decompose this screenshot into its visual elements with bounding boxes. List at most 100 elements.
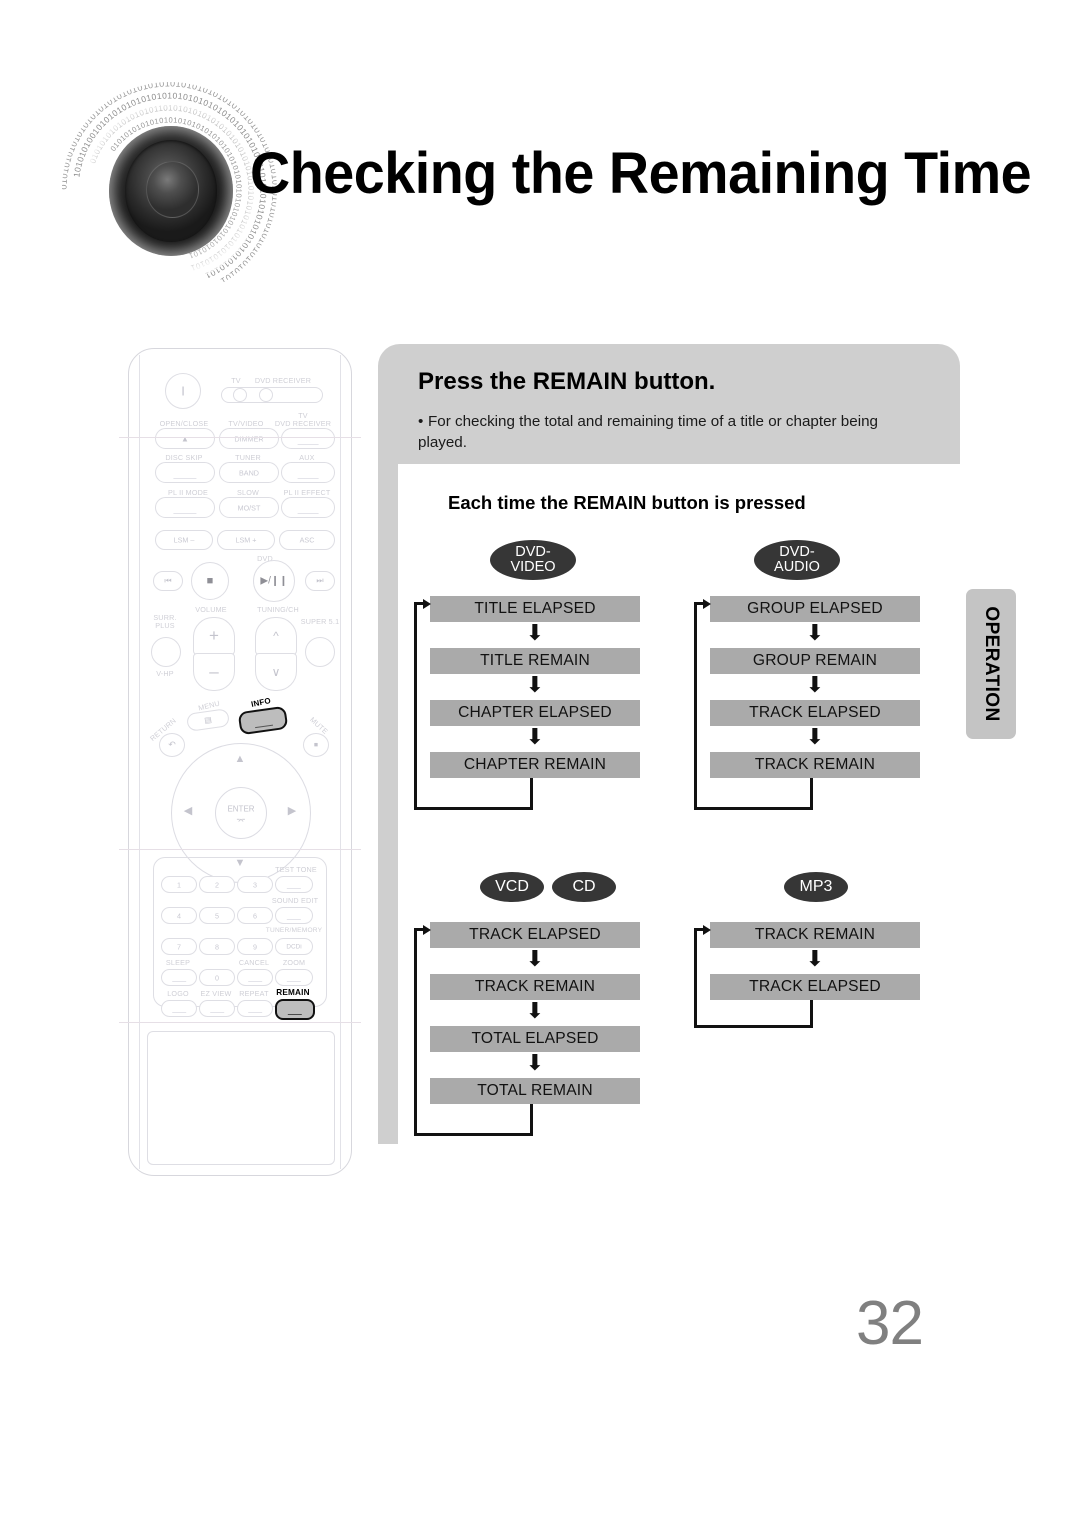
number-0-label: 0 bbox=[215, 973, 219, 982]
lsm-minus-button[interactable]: LSM – bbox=[155, 530, 213, 550]
dimmer-button[interactable]: DIMMER bbox=[219, 428, 279, 449]
number-8-button[interactable]: 8 bbox=[199, 938, 235, 955]
disc-skip-button[interactable] bbox=[155, 462, 215, 483]
flow-step-box: TOTAL REMAIN bbox=[430, 1078, 640, 1104]
enter-label: ENTER bbox=[227, 804, 255, 814]
flow-step-box: TRACK ELAPSED bbox=[710, 974, 920, 1000]
tuning-up-button[interactable]: ^ bbox=[255, 617, 297, 655]
number-9-button[interactable]: 9 bbox=[237, 938, 273, 955]
flow-step-box: TITLE REMAIN bbox=[430, 648, 640, 674]
number-6-label: 6 bbox=[253, 911, 257, 920]
number-1-button[interactable]: 1 bbox=[161, 876, 197, 893]
aux-button[interactable] bbox=[281, 462, 335, 483]
next-track-button[interactable]: ⏭ bbox=[305, 571, 335, 591]
indicator-led-dvd bbox=[259, 388, 273, 402]
label-volume: VOLUME bbox=[195, 605, 227, 614]
flow-step-box: TOTAL ELAPSED bbox=[430, 1026, 640, 1052]
dpad-left-icon[interactable]: ◀ bbox=[181, 804, 195, 817]
test-tone-button[interactable] bbox=[275, 876, 313, 893]
side-tab-operation: OPERATION bbox=[966, 589, 1016, 739]
number-7-button[interactable]: 7 bbox=[161, 938, 197, 955]
badge-dvd-video: DVD- VIDEO bbox=[490, 540, 576, 580]
zoom-button[interactable] bbox=[275, 969, 313, 986]
dpad-up-icon[interactable]: ▲ bbox=[171, 753, 309, 765]
dpad-right-icon[interactable]: ▶ bbox=[285, 804, 299, 817]
label-dvd-receiver-2: DVD RECEIVER bbox=[274, 419, 332, 428]
remote-divider-keypad-bottom bbox=[119, 1022, 361, 1023]
badge-dvd-video-line2: VIDEO bbox=[510, 559, 556, 575]
flow-arrow-down-icon: ⬇ bbox=[525, 672, 545, 697]
mo-st-label: MO/ST bbox=[237, 503, 261, 512]
dpad-center-enter-button[interactable]: ENTER ⌤ bbox=[215, 787, 267, 839]
chevron-up-icon: ^ bbox=[273, 629, 279, 643]
number-0-button[interactable]: 0 bbox=[199, 969, 235, 986]
indicator-label-tv: TV bbox=[231, 376, 241, 385]
volume-down-button[interactable]: – bbox=[193, 653, 235, 691]
flow-step-box: TRACK ELAPSED bbox=[430, 922, 640, 948]
pl2-mode-button[interactable] bbox=[155, 497, 215, 518]
number-3-label: 3 bbox=[253, 880, 257, 889]
label-sleep: SLEEP bbox=[165, 958, 191, 967]
tuner-band-button[interactable]: BAND bbox=[219, 462, 279, 483]
number-9-label: 9 bbox=[253, 942, 257, 951]
next-icon: ⏭ bbox=[316, 576, 324, 585]
number-1-label: 1 bbox=[177, 880, 181, 889]
speaker-cone-icon bbox=[109, 126, 233, 256]
volume-up-button[interactable]: + bbox=[193, 617, 235, 655]
remain-button[interactable] bbox=[275, 999, 315, 1020]
lsm-minus-label: LSM – bbox=[173, 535, 195, 545]
power-button[interactable]: Ι bbox=[165, 373, 201, 409]
tuning-down-button[interactable]: ∨ bbox=[255, 653, 297, 691]
flow-step-box: TRACK REMAIN bbox=[710, 922, 920, 948]
dimmer-label: DIMMER bbox=[234, 434, 264, 443]
badge-cd: CD bbox=[552, 872, 616, 902]
flow-step-box: TRACK ELAPSED bbox=[710, 700, 920, 726]
label-repeat: REPEAT bbox=[239, 989, 269, 998]
tv-dvd-receiver-button[interactable] bbox=[281, 428, 335, 449]
number-2-label: 2 bbox=[215, 880, 219, 889]
pl2-effect-button[interactable] bbox=[281, 497, 335, 518]
number-3-button[interactable]: 3 bbox=[237, 876, 273, 893]
label-aux: AUX bbox=[299, 453, 315, 462]
label-sound-edit: SOUND EDIT bbox=[271, 896, 319, 905]
flow-arrow-down-icon: ⬇ bbox=[525, 998, 545, 1023]
flow-arrow-down-icon: ⬇ bbox=[525, 1050, 545, 1075]
sound-edit-button[interactable] bbox=[275, 907, 313, 924]
ez-view-button[interactable] bbox=[199, 1000, 235, 1017]
dcdi-button[interactable]: DCDi bbox=[275, 938, 313, 955]
label-test-tone: TEST TONE bbox=[275, 865, 317, 874]
lsm-plus-button[interactable]: LSM + bbox=[217, 530, 275, 550]
super51-button[interactable] bbox=[305, 637, 335, 667]
cancel-button[interactable] bbox=[237, 969, 273, 986]
play-pause-button[interactable]: ▶/❙❙ bbox=[253, 560, 295, 602]
asc-button[interactable]: ASC bbox=[279, 530, 335, 550]
flow-step-box: CHAPTER ELAPSED bbox=[430, 700, 640, 726]
surr-plus-button[interactable] bbox=[151, 637, 181, 667]
label-slow: SLOW bbox=[237, 488, 259, 497]
enter-icon: ⌤ bbox=[236, 816, 246, 826]
stop-button[interactable]: ■ bbox=[191, 562, 229, 600]
logo-button[interactable] bbox=[161, 1000, 197, 1017]
label-surr-plus: SURR. PLUS bbox=[153, 613, 177, 631]
flow-step-box: GROUP ELAPSED bbox=[710, 596, 920, 622]
badge-dvd-audio-line1: DVD- bbox=[779, 544, 815, 561]
number-2-button[interactable]: 2 bbox=[199, 876, 235, 893]
page-header: 0101010101010101010101010101010101010101… bbox=[0, 0, 1080, 320]
open-close-button[interactable]: ▲ bbox=[155, 428, 215, 449]
number-4-button[interactable]: 4 bbox=[161, 907, 197, 924]
flow-arrow-down-icon: ⬇ bbox=[525, 724, 545, 749]
return-arrow-icon: ↶ bbox=[168, 739, 176, 750]
flow-dvd-audio: DVD- AUDIO GROUP ELAPSED ⬇ GROUP REMAIN ⬇… bbox=[692, 540, 942, 810]
sleep-button[interactable] bbox=[161, 969, 197, 986]
label-ez-view: EZ VIEW bbox=[200, 989, 232, 998]
repeat-button[interactable] bbox=[237, 1000, 273, 1017]
number-6-button[interactable]: 6 bbox=[237, 907, 273, 924]
flow-arrow-down-icon: ⬇ bbox=[805, 946, 825, 971]
slow-mo-st-button[interactable]: MO/ST bbox=[219, 497, 279, 518]
label-super51: SUPER 5.1 bbox=[300, 617, 340, 626]
number-5-button[interactable]: 5 bbox=[199, 907, 235, 924]
flow-mp3: MP3 TRACK REMAIN ⬇ TRACK ELAPSED bbox=[692, 872, 942, 1032]
prev-track-button[interactable]: ⏮ bbox=[153, 571, 183, 591]
chevron-down-icon: ∨ bbox=[271, 665, 281, 679]
label-tuning-ch: TUNING/CH bbox=[257, 605, 299, 614]
